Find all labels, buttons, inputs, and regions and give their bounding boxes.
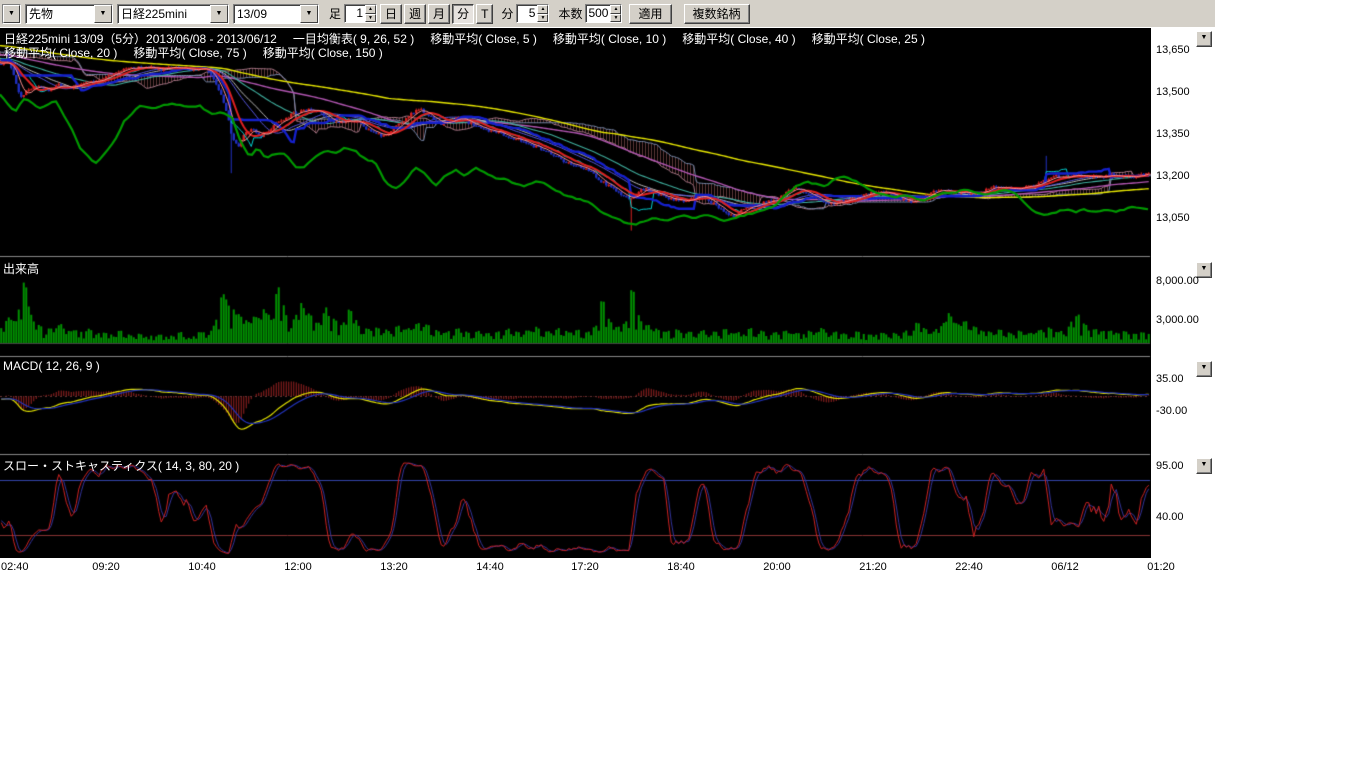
bar-interval-stepper[interactable]: 1 ▲ ▼ [344,4,377,23]
spin-down-icon[interactable]: ▼ [537,14,548,23]
multi-symbol-button[interactable]: 複数銘柄 [684,4,750,24]
time-axis-label: 12:00 [276,561,320,573]
price-axis-label: 13,500 [1156,86,1190,98]
bar-count-value: 500 [586,5,610,22]
contract-month-select[interactable]: 13/09 ▼ [233,4,319,24]
spinner-buttons[interactable]: ▲ ▼ [365,5,376,22]
macd-axis-label: -30.00 [1156,405,1187,417]
time-axis-label: 02:40 [1,561,45,573]
time-axis-label: 21:20 [851,561,895,573]
mini-dropdown[interactable]: ▼ [2,4,21,24]
bar-interval-value: 1 [345,5,365,22]
minute-value: 5 [517,5,537,22]
time-axis-label: 17:20 [563,561,607,573]
time-axis-label: 18:40 [659,561,703,573]
macd-axis-label: 35.00 [1156,373,1184,385]
period-day-button[interactable]: 日 [380,4,402,24]
chevron-down-icon[interactable]: ▼ [210,5,228,23]
apply-button[interactable]: 適用 [629,4,671,24]
time-axis-label: 09:20 [84,561,128,573]
price-axis-label: 13,650 [1156,44,1190,56]
time-axis-label: 14:40 [468,561,512,573]
spin-down-icon[interactable]: ▼ [610,14,621,23]
chevron-down-icon[interactable]: ▼ [94,5,112,23]
category-select-value: 先物 [26,5,94,23]
period-week-button[interactable]: 週 [404,4,426,24]
contract-month-value: 13/09 [234,5,300,23]
time-axis-label: 22:40 [947,561,991,573]
price-axis-label: 13,350 [1156,128,1190,140]
symbol-select[interactable]: 日経225mini ▼ [117,4,229,24]
period-month-button[interactable]: 月 [428,4,450,24]
price-axis-label: 13,050 [1156,212,1190,224]
stoch-axis-label: 40.00 [1156,511,1184,523]
chevron-down-icon: ▼ [3,5,20,23]
spin-down-icon[interactable]: ▼ [365,14,376,23]
period-tick-button[interactable]: T [476,4,493,24]
volume-axis-label: 3,000.00 [1156,314,1199,326]
time-axis-label: 06/12 [1043,561,1087,573]
price-chart-canvas[interactable] [0,28,1151,558]
spin-up-icon[interactable]: ▲ [365,5,376,14]
minute-stepper[interactable]: 5 ▲ ▼ [516,4,549,23]
time-axis-label: 13:20 [372,561,416,573]
bar-type-label: 足 [329,5,341,22]
category-select[interactable]: 先物 ▼ [25,4,113,24]
stoch-axis-label: 95.00 [1156,460,1184,472]
symbol-select-value: 日経225mini [118,5,210,23]
spinner-buttons[interactable]: ▲ ▼ [610,5,621,22]
price-axis-scroll-button[interactable]: ▼ [1196,31,1212,47]
spin-up-icon[interactable]: ▲ [537,5,548,14]
bar-count-label: 本数 [558,5,582,22]
time-axis-label: 10:40 [180,561,224,573]
macd-axis-scroll-button[interactable]: ▼ [1196,361,1212,377]
price-axis-label: 13,200 [1156,170,1190,182]
time-axis-label: 01:20 [1139,561,1183,573]
minute-label: 分 [501,5,513,22]
spin-up-icon[interactable]: ▲ [610,5,621,14]
toolbar: ▼ 先物 ▼ 日経225mini ▼ 13/09 ▼ 足 1 ▲ ▼ 日 週 月… [0,0,1215,27]
trading-app-window: ▼ 先物 ▼ 日経225mini ▼ 13/09 ▼ 足 1 ▲ ▼ 日 週 月… [0,0,1366,768]
period-minute-button[interactable]: 分 [452,4,474,24]
chevron-down-icon[interactable]: ▼ [300,5,318,23]
time-axis-label: 20:00 [755,561,799,573]
stoch-axis-scroll-button[interactable]: ▼ [1196,458,1212,474]
spinner-buttons[interactable]: ▲ ▼ [537,5,548,22]
volume-axis-label: 8,000.00 [1156,275,1199,287]
bar-count-stepper[interactable]: 500 ▲ ▼ [585,4,622,23]
